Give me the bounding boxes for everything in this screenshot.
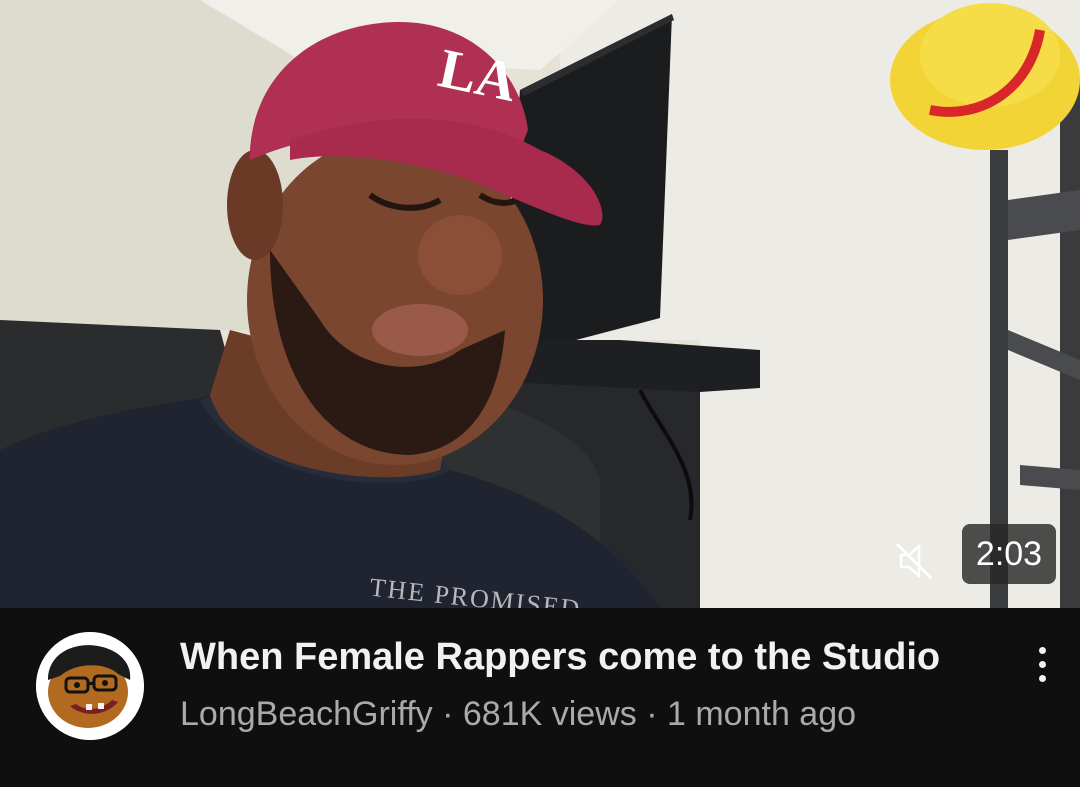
avatar-cartoon-icon [36, 632, 144, 740]
video-title[interactable]: When Female Rappers come to the Studio [180, 634, 1000, 680]
thumbnail-scene: LA THE PROMISED [0, 0, 1080, 608]
view-count: 681K views [462, 695, 637, 733]
duration-badge: 2:03 [962, 524, 1056, 584]
video-details: When Female Rappers come to the Studio L… [0, 608, 1080, 787]
meta-separator: · [442, 695, 454, 733]
more-vert-icon[interactable] [1020, 634, 1064, 694]
video-meta: LongBeachGriffy · 681K views · 1 month a… [180, 692, 856, 736]
muted-speaker-icon[interactable] [893, 540, 935, 582]
channel-avatar[interactable] [36, 632, 144, 740]
channel-name[interactable]: LongBeachGriffy [180, 695, 433, 733]
video-thumbnail[interactable]: LA THE PROMISED 2:03 [0, 0, 1080, 608]
meta-separator: · [646, 695, 658, 733]
upload-age: 1 month ago [667, 695, 857, 733]
